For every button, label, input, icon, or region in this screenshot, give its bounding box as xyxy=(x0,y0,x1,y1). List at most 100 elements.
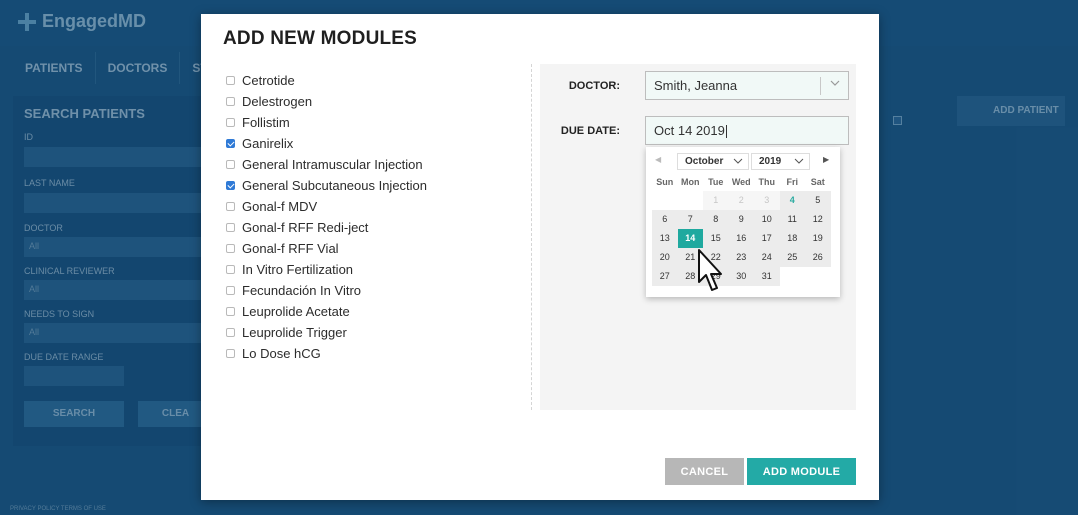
add-modules-modal: ADD NEW MODULES Cetrotide Delestrogen Foll… xyxy=(201,14,879,500)
module-label: Gonal-f RFF Vial xyxy=(242,241,339,256)
module-item[interactable]: Leuprolide Acetate xyxy=(226,301,427,322)
module-item[interactable]: In Vitro Fertilization xyxy=(226,259,427,280)
calendar-day[interactable]: 23 xyxy=(728,248,754,267)
calendar-day[interactable]: 27 xyxy=(652,267,678,286)
add-module-button[interactable]: ADD MODULE xyxy=(747,458,856,485)
calendar-day[interactable]: 16 xyxy=(728,229,754,248)
calendar-day-selected[interactable]: 14 xyxy=(677,229,703,248)
module-checkbox[interactable] xyxy=(226,265,235,274)
calendar-day[interactable]: 26 xyxy=(805,248,831,267)
calendar-day[interactable]: 7 xyxy=(677,210,703,229)
module-checkbox[interactable] xyxy=(226,286,235,295)
calendar-empty-cell xyxy=(805,267,831,286)
calendar-day[interactable]: 4 xyxy=(779,191,805,210)
module-checkbox[interactable] xyxy=(226,223,235,232)
module-checkbox[interactable] xyxy=(226,328,235,337)
calendar-day[interactable]: 17 xyxy=(754,229,780,248)
calendar-day[interactable]: 24 xyxy=(754,248,780,267)
module-item[interactable]: Ganirelix xyxy=(226,133,427,154)
module-label: Follistim xyxy=(242,115,290,130)
module-checkbox[interactable] xyxy=(226,349,235,358)
module-item[interactable]: General Intramuscular Injection xyxy=(226,154,427,175)
calendar-empty-cell xyxy=(652,191,678,210)
module-item[interactable]: Gonal-f MDV xyxy=(226,196,427,217)
cancel-button[interactable]: CANCEL xyxy=(665,458,744,485)
calendar-day[interactable]: 31 xyxy=(754,267,780,286)
calendar-day[interactable]: 20 xyxy=(652,248,678,267)
module-checkbox[interactable] xyxy=(226,97,235,106)
calendar-week: 6 7 8 9 10 11 12 xyxy=(652,210,831,229)
chevron-down-icon xyxy=(830,80,840,86)
module-item[interactable]: Gonal-f RFF Vial xyxy=(226,238,427,259)
year-select[interactable]: 2019 xyxy=(751,153,810,170)
module-item[interactable]: Fecundación In Vitro xyxy=(226,280,427,301)
select-separator xyxy=(820,77,821,95)
calendar-empty-cell xyxy=(779,267,805,286)
module-label: Leuprolide Acetate xyxy=(242,304,350,319)
calendar-day-disabled: 3 xyxy=(754,191,780,210)
module-item[interactable]: Cetrotide xyxy=(226,70,427,91)
calendar-day[interactable]: 19 xyxy=(805,229,831,248)
module-item[interactable]: Leuprolide Trigger xyxy=(226,322,427,343)
calendar-day[interactable]: 13 xyxy=(652,229,678,248)
module-item[interactable]: Gonal-f RFF Redi-ject xyxy=(226,217,427,238)
module-label: Gonal-f MDV xyxy=(242,199,318,214)
weekday-label: Sun xyxy=(656,177,674,187)
weekday-label: Wed xyxy=(731,177,751,187)
prev-month-icon[interactable]: ◀ xyxy=(655,155,661,164)
module-checkbox[interactable] xyxy=(226,307,235,316)
doctor-select[interactable]: Smith, Jeanna xyxy=(645,71,849,100)
due-date-label: DUE DATE: xyxy=(560,125,620,137)
datepicker: ◀ October 2019 ▶ Sun Mon Tue Wed Thu Fri Sat 1… xyxy=(646,147,840,297)
calendar-day[interactable]: 30 xyxy=(728,267,754,286)
calendar-week: 27 28 29 30 31 xyxy=(652,267,831,286)
module-item[interactable]: Delestrogen xyxy=(226,91,427,112)
module-label: In Vitro Fertilization xyxy=(242,262,354,277)
module-label: Delestrogen xyxy=(242,94,313,109)
calendar-day[interactable]: 8 xyxy=(703,210,729,229)
module-label: General Intramuscular Injection xyxy=(242,157,423,172)
module-checkbox[interactable] xyxy=(226,202,235,211)
module-checkbox[interactable] xyxy=(226,181,235,190)
module-item[interactable]: Follistim xyxy=(226,112,427,133)
calendar-day-disabled: 2 xyxy=(728,191,754,210)
calendar-day[interactable]: 5 xyxy=(805,191,831,210)
text-caret xyxy=(725,125,727,139)
weekday-label: Mon xyxy=(681,177,700,187)
weekday-label: Tue xyxy=(708,177,724,187)
calendar-day[interactable]: 6 xyxy=(652,210,678,229)
calendar-day[interactable]: 18 xyxy=(779,229,805,248)
calendar-day[interactable]: 10 xyxy=(754,210,780,229)
module-checkbox[interactable] xyxy=(226,76,235,85)
module-label: General Subcutaneous Injection xyxy=(242,178,428,193)
due-date-input[interactable]: Oct 14 2019 xyxy=(645,116,849,145)
module-label: Ganirelix xyxy=(242,136,294,151)
doctor-select-value: Smith, Jeanna xyxy=(654,78,738,93)
module-checkbox[interactable] xyxy=(226,160,235,169)
module-checkbox[interactable] xyxy=(226,244,235,253)
module-checkbox[interactable] xyxy=(226,118,235,127)
module-item[interactable]: Lo Dose hCG xyxy=(226,343,427,364)
module-item[interactable]: General Subcutaneous Injection xyxy=(226,175,427,196)
calendar-day[interactable]: 12 xyxy=(805,210,831,229)
calendar-day[interactable]: 25 xyxy=(779,248,805,267)
due-date-value: Oct 14 2019 xyxy=(654,123,725,138)
module-list: Cetrotide Delestrogen Follistim Ganirelix Ge… xyxy=(226,70,427,364)
next-month-icon[interactable]: ▶ xyxy=(823,155,829,164)
weekday-header: Sun Mon Tue Wed Thu Fri Sat xyxy=(652,177,831,187)
module-label: Leuprolide Trigger xyxy=(242,325,347,340)
calendar-grid: 1 2 3 4 5 6 7 8 9 10 11 12 13 14 15 16 17 18 19 20 21 22 23 24 2… xyxy=(652,191,831,286)
calendar-day[interactable]: 11 xyxy=(779,210,805,229)
module-label: Cetrotide xyxy=(242,73,295,88)
module-label: Lo Dose hCG xyxy=(242,346,321,361)
calendar-day[interactable]: 9 xyxy=(728,210,754,229)
weekday-label: Sat xyxy=(810,177,825,187)
calendar-day-disabled: 1 xyxy=(703,191,729,210)
calendar-day[interactable]: 15 xyxy=(703,229,729,248)
modal-title: ADD NEW MODULES xyxy=(223,28,418,49)
module-checkbox[interactable] xyxy=(226,139,235,148)
module-label: Fecundación In Vitro xyxy=(242,283,361,298)
month-select[interactable]: October xyxy=(677,153,749,170)
doctor-label: DOCTOR: xyxy=(568,80,620,92)
calendar-week: 20 21 22 23 24 25 26 xyxy=(652,248,831,267)
